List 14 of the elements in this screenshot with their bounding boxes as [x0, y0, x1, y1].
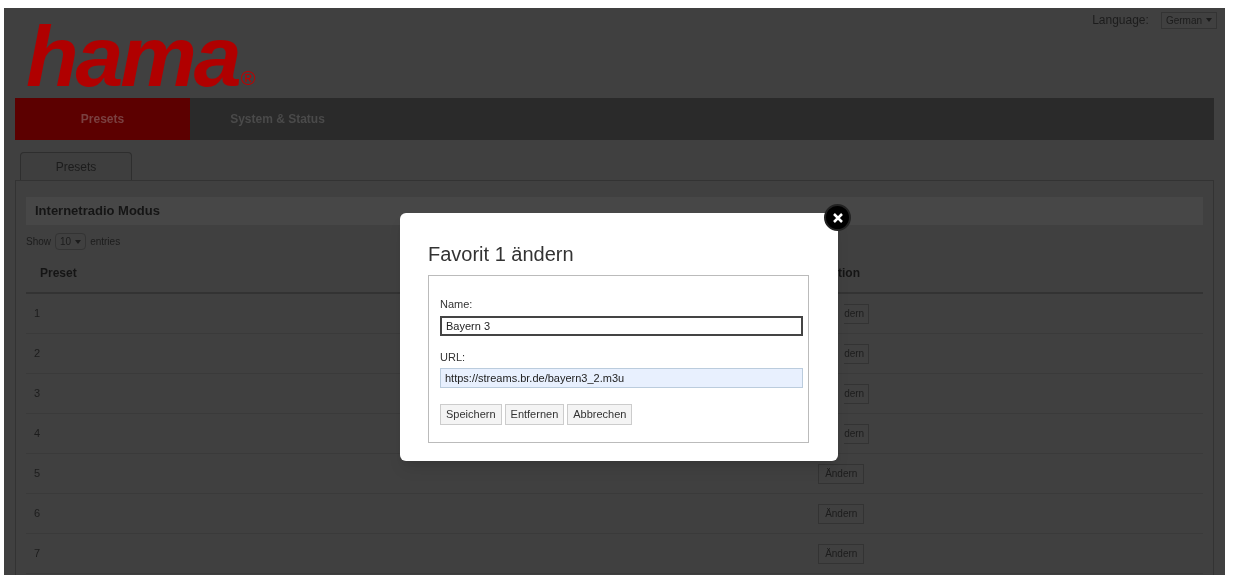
nav-item[interactable]: Presets [15, 98, 190, 140]
url-field[interactable]: https://streams.br.de/bayern3_2.m3u [440, 368, 803, 388]
caret-icon [1206, 18, 1212, 22]
url-label: URL: [440, 349, 467, 365]
dialog-button[interactable]: Abbrechen [567, 404, 633, 425]
name-label: Name: [440, 297, 474, 312]
dialog-title: Favorit 1 ändern [428, 242, 575, 267]
registered-mark: ® [240, 68, 256, 88]
close-icon [832, 212, 843, 223]
caret-icon [75, 239, 82, 244]
dialog-button[interactable]: Entfernen [504, 404, 565, 425]
name-field[interactable]: Bayern 3 [440, 315, 803, 336]
brand-logo: hama [26, 16, 239, 96]
dialog-button[interactable]: Speichern [440, 404, 502, 425]
